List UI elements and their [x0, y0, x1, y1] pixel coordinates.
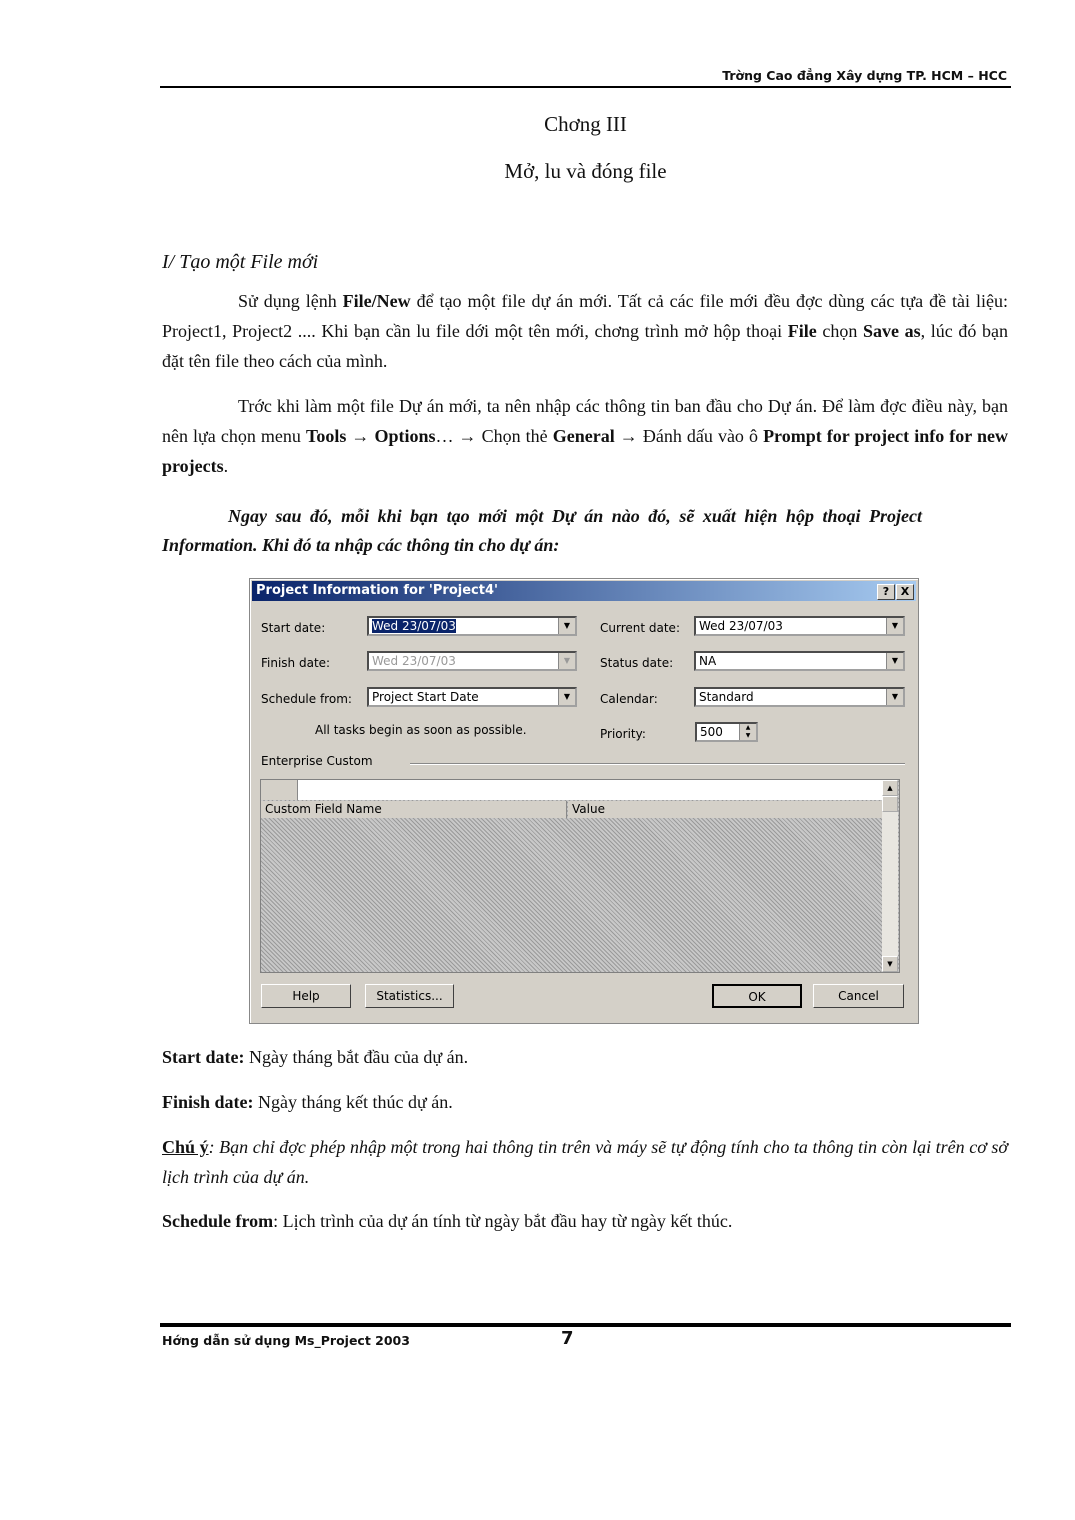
- chevron-down-icon[interactable]: ▼: [558, 689, 575, 705]
- calendar-combo[interactable]: Standard ▼: [694, 687, 905, 707]
- paragraph-3: Ngay sau đó, mỗi khi bạn tạo mới một Dự …: [162, 506, 922, 555]
- ok-button[interactable]: OK: [712, 984, 802, 1008]
- paragraph-1: Sử dụng lệnh File/New để tạo một file dự…: [162, 291, 1008, 371]
- grid-corner: [261, 780, 298, 800]
- calendar-label: Calendar:: [600, 692, 658, 706]
- schedule-from-label: Schedule from:: [261, 692, 352, 706]
- current-date-label: Current date:: [600, 621, 680, 635]
- chevron-down-icon[interactable]: ▼: [886, 653, 903, 669]
- cancel-button[interactable]: Cancel: [813, 984, 904, 1008]
- priority-spinner[interactable]: 500 ▲ ▼: [695, 722, 758, 742]
- close-icon[interactable]: X: [896, 584, 914, 600]
- definition-schedule-from: Schedule from: Lịch trình của dự án tính…: [162, 1211, 733, 1231]
- help-icon[interactable]: ?: [877, 584, 895, 600]
- spinner-arrows-icon[interactable]: ▲ ▼: [739, 724, 756, 740]
- chevron-down-icon[interactable]: ▼: [886, 689, 903, 705]
- help-button[interactable]: Help: [261, 984, 351, 1008]
- footer-title: Hớng dẫn sử dụng Ms_Project 2003: [162, 1333, 410, 1348]
- running-header: Trờng Cao đẳng Xây dựng TP. HCM – HCC: [722, 68, 1007, 83]
- priority-value: 500: [700, 725, 723, 739]
- grid-scrollbar[interactable]: ▲ ▼: [882, 780, 898, 972]
- note-paragraph: Chú ý: Bạn chỉ đợc phép nhập một trong h…: [162, 1137, 1008, 1187]
- group-divider: [410, 763, 905, 765]
- scroll-up-icon[interactable]: ▲: [882, 780, 898, 796]
- schedule-from-combo[interactable]: Project Start Date ▼: [367, 687, 577, 707]
- page-number: 7: [561, 1328, 574, 1349]
- chevron-down-icon[interactable]: ▼: [558, 653, 575, 669]
- current-date-combo[interactable]: Wed 23/07/03 ▼: [694, 616, 905, 636]
- paragraph-2: Trớc khi làm một file Dự án mới, ta nên …: [162, 396, 1008, 476]
- dialog-title: Project Information for 'Project4': [256, 583, 498, 598]
- statistics-button[interactable]: Statistics...: [365, 984, 454, 1008]
- priority-label: Priority:: [600, 727, 646, 741]
- status-date-value: NA: [699, 654, 717, 668]
- scroll-thumb[interactable]: [882, 796, 898, 812]
- grid-edit-bar[interactable]: [298, 780, 882, 800]
- status-date-label: Status date:: [600, 656, 674, 670]
- footer-rule: [160, 1323, 1011, 1327]
- custom-fields-grid[interactable]: Custom Field Name Value ▲ ▼: [260, 779, 900, 973]
- status-date-combo[interactable]: NA ▼: [694, 651, 905, 671]
- project-information-dialog: Project Information for 'Project4' ? X S…: [249, 578, 919, 1024]
- schedule-from-value: Project Start Date: [372, 690, 479, 704]
- enterprise-custom-label: Enterprise Custom: [261, 754, 373, 768]
- section-heading: I/ Tạo một File mới: [162, 251, 319, 273]
- header-rule: [160, 86, 1011, 88]
- current-date-value: Wed 23/07/03: [699, 619, 783, 633]
- definition-finish-date: Finish date: Ngày tháng kết thúc dự án.: [162, 1092, 453, 1112]
- chevron-down-icon[interactable]: ▼: [886, 618, 903, 634]
- chapter-title: Mở, lu và đóng file: [504, 159, 667, 183]
- definition-start-date: Start date: Ngày tháng bắt đầu của dự án…: [162, 1047, 469, 1067]
- scroll-down-icon[interactable]: ▼: [882, 956, 898, 972]
- finish-date-label: Finish date:: [261, 656, 331, 670]
- schedule-note: All tasks begin as soon as possible.: [315, 723, 527, 737]
- finish-date-combo[interactable]: Wed 23/07/03 ▼: [367, 651, 577, 671]
- calendar-value: Standard: [699, 690, 754, 704]
- chevron-down-icon[interactable]: ▼: [558, 618, 575, 634]
- start-date-combo[interactable]: Wed 23/07/03 ▼: [367, 616, 577, 636]
- column-header-value[interactable]: Value: [568, 801, 882, 818]
- chapter-number: Chơng III: [544, 112, 627, 136]
- dialog-title-bar: Project Information for 'Project4' ? X: [252, 581, 916, 601]
- finish-date-value: Wed 23/07/03: [372, 654, 456, 668]
- start-date-value: Wed 23/07/03: [372, 619, 456, 633]
- column-header-custom-field-name[interactable]: Custom Field Name: [261, 801, 567, 818]
- start-date-label: Start date:: [261, 621, 326, 635]
